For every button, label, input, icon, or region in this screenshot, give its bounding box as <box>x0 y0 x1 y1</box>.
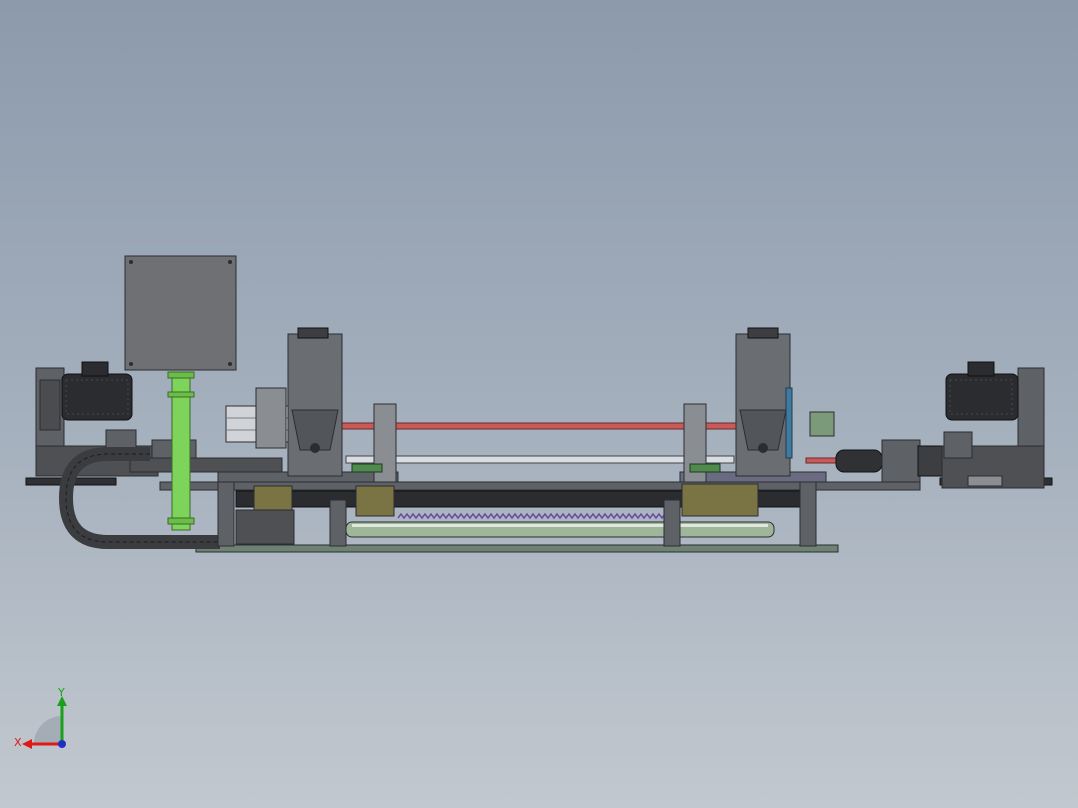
right-spindle-chuck[interactable] <box>835 449 883 473</box>
left-crossbar[interactable] <box>129 457 283 473</box>
triad-background-arc <box>34 716 62 744</box>
left-cylinder-flange <box>255 387 287 449</box>
right-clamp-pivot <box>758 443 768 453</box>
triad-z-axis-origin <box>58 740 66 748</box>
right-motor-terminal-box[interactable] <box>967 361 995 377</box>
right-bearing-block[interactable] <box>943 431 973 459</box>
upper-red-rod[interactable] <box>339 422 741 430</box>
machine-assembly-view[interactable] <box>0 0 1078 808</box>
lower-guide-tube-highlight <box>352 524 768 527</box>
green-column-collar-mid <box>167 391 195 398</box>
triad-x-label: X <box>14 736 22 749</box>
upper-silver-rod[interactable] <box>345 455 735 464</box>
right-blue-plate <box>785 387 793 459</box>
control-cabinet[interactable] <box>124 255 237 371</box>
left-green-fitting <box>351 463 383 473</box>
right-carriage-leg-2[interactable] <box>799 481 817 547</box>
orientation-triad[interactable]: X Y <box>14 686 78 750</box>
left-lower-clamp[interactable] <box>235 509 295 545</box>
left-carriage-leg-2[interactable] <box>329 499 347 547</box>
green-column-collar-bottom <box>167 517 195 525</box>
cabinet-screw-tl <box>129 260 133 264</box>
cabinet-screw-bl <box>129 362 133 366</box>
right-upright-column[interactable] <box>735 333 791 477</box>
base-plate[interactable] <box>195 544 839 553</box>
right-olive-block[interactable] <box>681 483 759 517</box>
right-spindle-body[interactable] <box>917 445 945 477</box>
spring-coil <box>397 512 675 520</box>
right-limit-switch[interactable] <box>967 475 1003 487</box>
right-carriage-leg-1[interactable] <box>663 499 681 547</box>
compression-spring[interactable] <box>397 512 675 520</box>
triad-y-label: Y <box>57 686 65 699</box>
cabinet-screw-tr <box>228 260 232 264</box>
right-valve-block[interactable] <box>809 411 835 437</box>
right-motor-body[interactable] <box>945 373 1019 421</box>
green-column-collar-top <box>167 371 195 379</box>
left-clamp-head-top[interactable] <box>297 327 329 339</box>
left-motor-body[interactable] <box>61 373 133 421</box>
right-green-fitting <box>689 463 721 473</box>
left-clamp-pivot <box>310 443 320 453</box>
triad-x-arrowhead <box>22 739 32 749</box>
left-olive-block-2[interactable] <box>355 485 395 517</box>
right-spindle-rod-red[interactable] <box>805 457 839 464</box>
left-motor-mount[interactable] <box>39 379 61 431</box>
right-spindle-housing[interactable] <box>881 439 921 483</box>
left-carriage-leg-1[interactable] <box>217 481 235 547</box>
right-clamp-head-top[interactable] <box>747 327 779 339</box>
left-upright-column[interactable] <box>287 333 343 477</box>
cabinet-screw-br <box>228 362 232 366</box>
left-motor-terminal-box[interactable] <box>81 361 109 377</box>
cad-viewport[interactable]: X Y <box>0 0 1078 808</box>
